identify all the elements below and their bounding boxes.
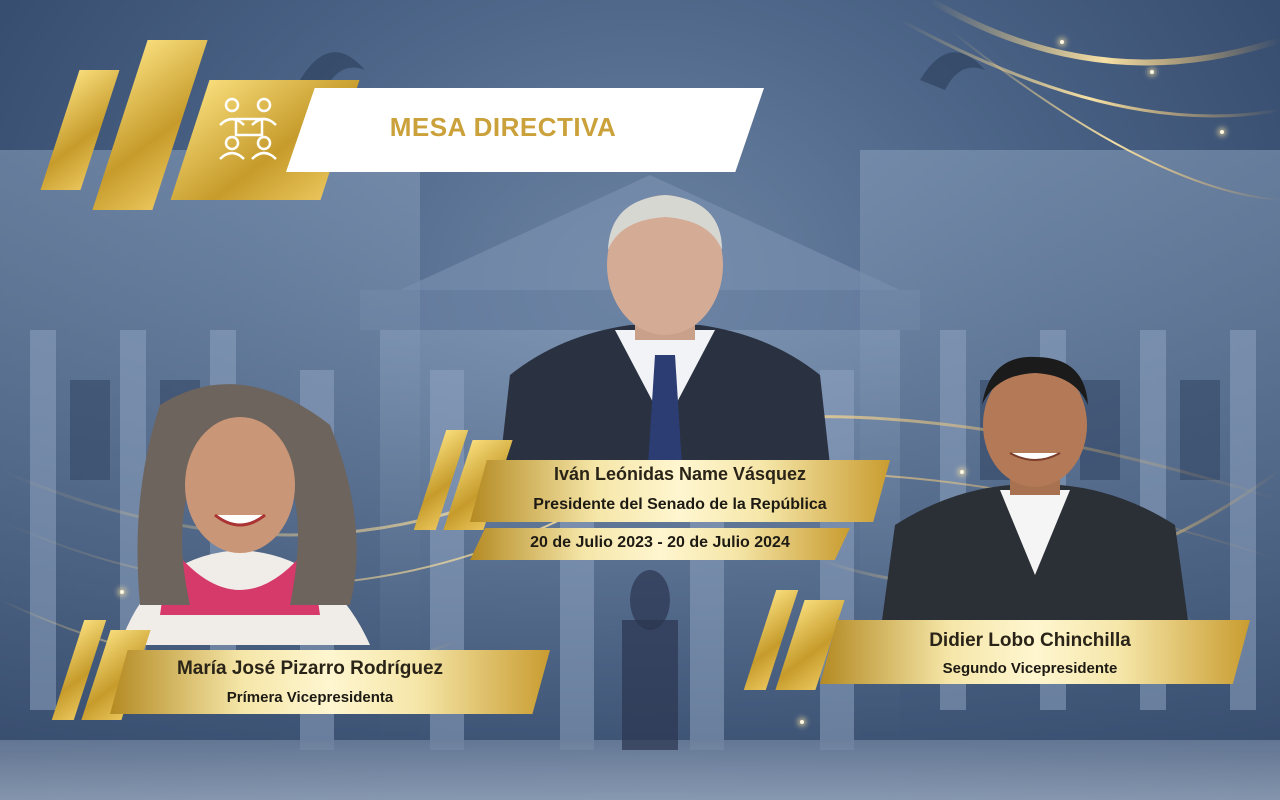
sparkle bbox=[800, 720, 804, 724]
first-vp-name: María José Pizarro Rodríguez bbox=[176, 658, 444, 679]
second-vp-role: Segundo Vicepresidente bbox=[942, 660, 1118, 677]
president-role: Presidente del Senado de la República bbox=[533, 496, 827, 513]
president-name: Iván Leónidas Name Vásquez bbox=[553, 464, 807, 484]
meeting-people-icon bbox=[219, 97, 277, 160]
sparkle bbox=[1060, 40, 1064, 44]
sparkle bbox=[1220, 130, 1224, 134]
mesa-directiva-graphic: MESA DIRECTIVA Iván Leónidas Name Vásque… bbox=[0, 0, 1280, 800]
second-vp-name: Didier Lobo Chinchilla bbox=[929, 630, 1131, 651]
page-title: MESA DIRECTIVA bbox=[389, 112, 617, 142]
president-portrait bbox=[500, 195, 830, 465]
header-gold-stripes bbox=[40, 40, 360, 210]
sparkle bbox=[1150, 70, 1154, 74]
second-vp-portrait bbox=[880, 356, 1190, 635]
first-vp-portrait bbox=[120, 384, 370, 645]
first-vp-role: Prímera Vicepresidenta bbox=[226, 689, 394, 706]
president-period: 20 de Julio 2023 - 20 de Julio 2024 bbox=[530, 534, 790, 551]
